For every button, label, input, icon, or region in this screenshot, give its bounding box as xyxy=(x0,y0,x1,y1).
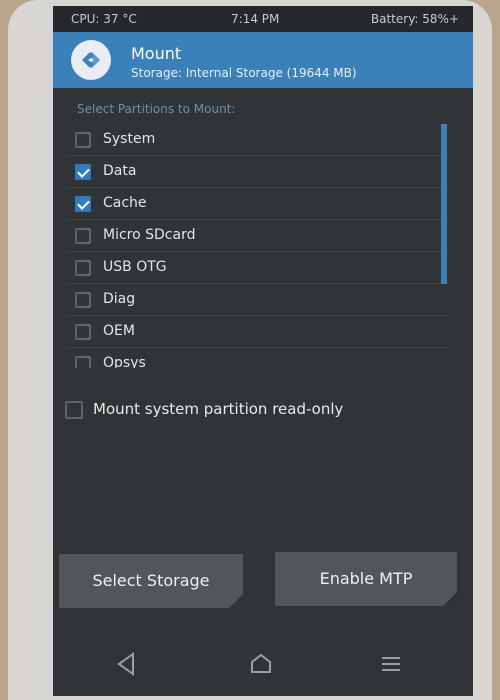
partition-label: Micro SDcard xyxy=(103,227,196,243)
partition-label: Opsys xyxy=(103,355,146,368)
partition-checkbox[interactable] xyxy=(75,132,91,148)
partition-label: Diag xyxy=(103,291,136,307)
partition-row[interactable]: Micro SDcard xyxy=(67,220,451,252)
partition-checkbox[interactable] xyxy=(75,196,91,212)
partition-label: USB OTG xyxy=(103,259,167,275)
select-storage-button[interactable]: Select Storage xyxy=(59,554,243,608)
partitions-label: Select Partitions to Mount: xyxy=(77,102,236,116)
phone-frame: CPU: 37 °C 7:14 PM Battery: 58%+ Mount S… xyxy=(8,0,492,700)
partition-checkbox[interactable] xyxy=(75,164,91,180)
partition-checkbox[interactable] xyxy=(75,292,91,308)
partition-checkbox[interactable] xyxy=(75,228,91,244)
nav-bar xyxy=(53,638,473,688)
menu-icon[interactable] xyxy=(377,650,405,678)
back-icon[interactable] xyxy=(113,650,141,678)
partition-checkbox[interactable] xyxy=(75,324,91,340)
partition-row[interactable]: Opsys xyxy=(67,348,451,368)
twrp-logo-icon xyxy=(71,40,111,80)
partition-row[interactable]: OEM xyxy=(67,316,451,348)
battery-status: Battery: 58%+ xyxy=(370,12,459,26)
clock: 7:14 PM xyxy=(231,12,280,26)
enable-mtp-button[interactable]: Enable MTP xyxy=(275,552,457,606)
partition-label: System xyxy=(103,131,156,147)
partition-row[interactable]: Data xyxy=(67,156,451,188)
partition-checkbox[interactable] xyxy=(75,260,91,276)
partition-list[interactable]: System Data Cache Micro SDcard USB OTG Diag OE… xyxy=(67,124,451,368)
list-scrollbar[interactable] xyxy=(441,124,447,284)
partition-label: Data xyxy=(103,163,137,179)
partition-row[interactable]: Diag xyxy=(67,284,451,316)
page-title: Mount xyxy=(131,44,182,63)
readonly-checkbox[interactable] xyxy=(65,401,83,419)
partition-label: Cache xyxy=(103,195,147,211)
status-bar: CPU: 37 °C 7:14 PM Battery: 58%+ xyxy=(53,6,473,32)
header: Mount Storage: Internal Storage (19644 M… xyxy=(53,32,473,88)
home-icon[interactable] xyxy=(247,650,275,678)
storage-subtitle: Storage: Internal Storage (19644 MB) xyxy=(131,66,357,80)
screen: CPU: 37 °C 7:14 PM Battery: 58%+ Mount S… xyxy=(53,6,473,696)
partition-row[interactable]: USB OTG xyxy=(67,252,451,284)
partition-label: OEM xyxy=(103,323,135,339)
cpu-temp: CPU: 37 °C xyxy=(71,12,137,26)
partition-row[interactable]: Cache xyxy=(67,188,451,220)
readonly-label: Mount system partition read-only xyxy=(93,400,344,418)
partition-checkbox[interactable] xyxy=(75,356,91,368)
partition-row[interactable]: System xyxy=(67,124,451,156)
